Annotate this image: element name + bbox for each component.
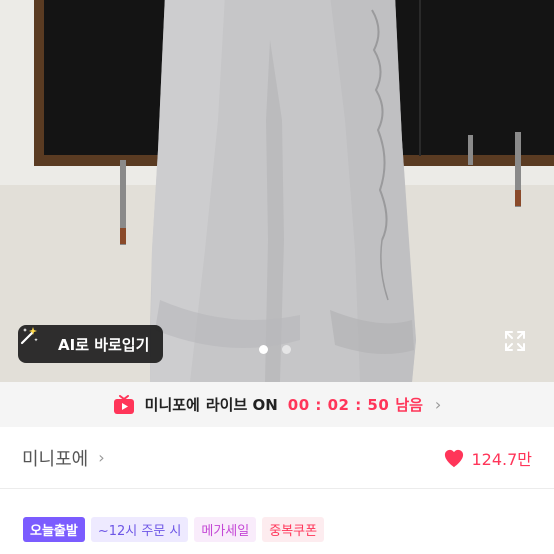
heart-icon (445, 449, 464, 467)
live-shop-name: 미니포에 (144, 396, 200, 414)
carousel-dot-1[interactable] (259, 345, 268, 354)
expand-icon[interactable] (503, 329, 527, 353)
badge-mega-sale: 메가세일 (194, 517, 257, 542)
carousel-dot-2[interactable] (282, 345, 291, 354)
chevron-right-icon: › (434, 395, 442, 414)
badge-list: 오늘출발 ~12시 주문 시 메가세일 중복쿠폰 (23, 517, 325, 542)
badge-order-deadline: ~12시 주문 시 (90, 517, 189, 542)
badge-duplicate-coupon: 중복쿠폰 (262, 517, 325, 542)
live-countdown: 00 : 02 : 50 (287, 395, 390, 414)
product-image[interactable]: AI로 바로입기 (0, 0, 554, 382)
live-status-text: 라이브 ON (205, 396, 278, 414)
chevron-right-icon: › (98, 448, 105, 467)
magic-wand-icon (20, 327, 50, 355)
like-count: 124.7만 (471, 449, 532, 469)
live-countdown-suffix: 남음 (395, 396, 423, 414)
shop-row: 미니포에 › 124.7만 (0, 427, 554, 489)
live-tv-icon (113, 394, 135, 415)
live-broadcast-banner[interactable]: 미니포에 라이브 ON 00 : 02 : 50 남음 › (0, 382, 554, 427)
like-button[interactable]: 124.7만 (443, 446, 532, 470)
shop-link[interactable]: 미니포에 › (22, 445, 105, 471)
carousel-indicator (259, 345, 291, 354)
badge-today-shipping: 오늘출발 (23, 517, 85, 542)
shop-name: 미니포에 (22, 448, 89, 470)
ai-try-on-button[interactable]: AI로 바로입기 (18, 325, 164, 363)
ai-try-on-label: AI로 바로입기 (58, 335, 150, 354)
